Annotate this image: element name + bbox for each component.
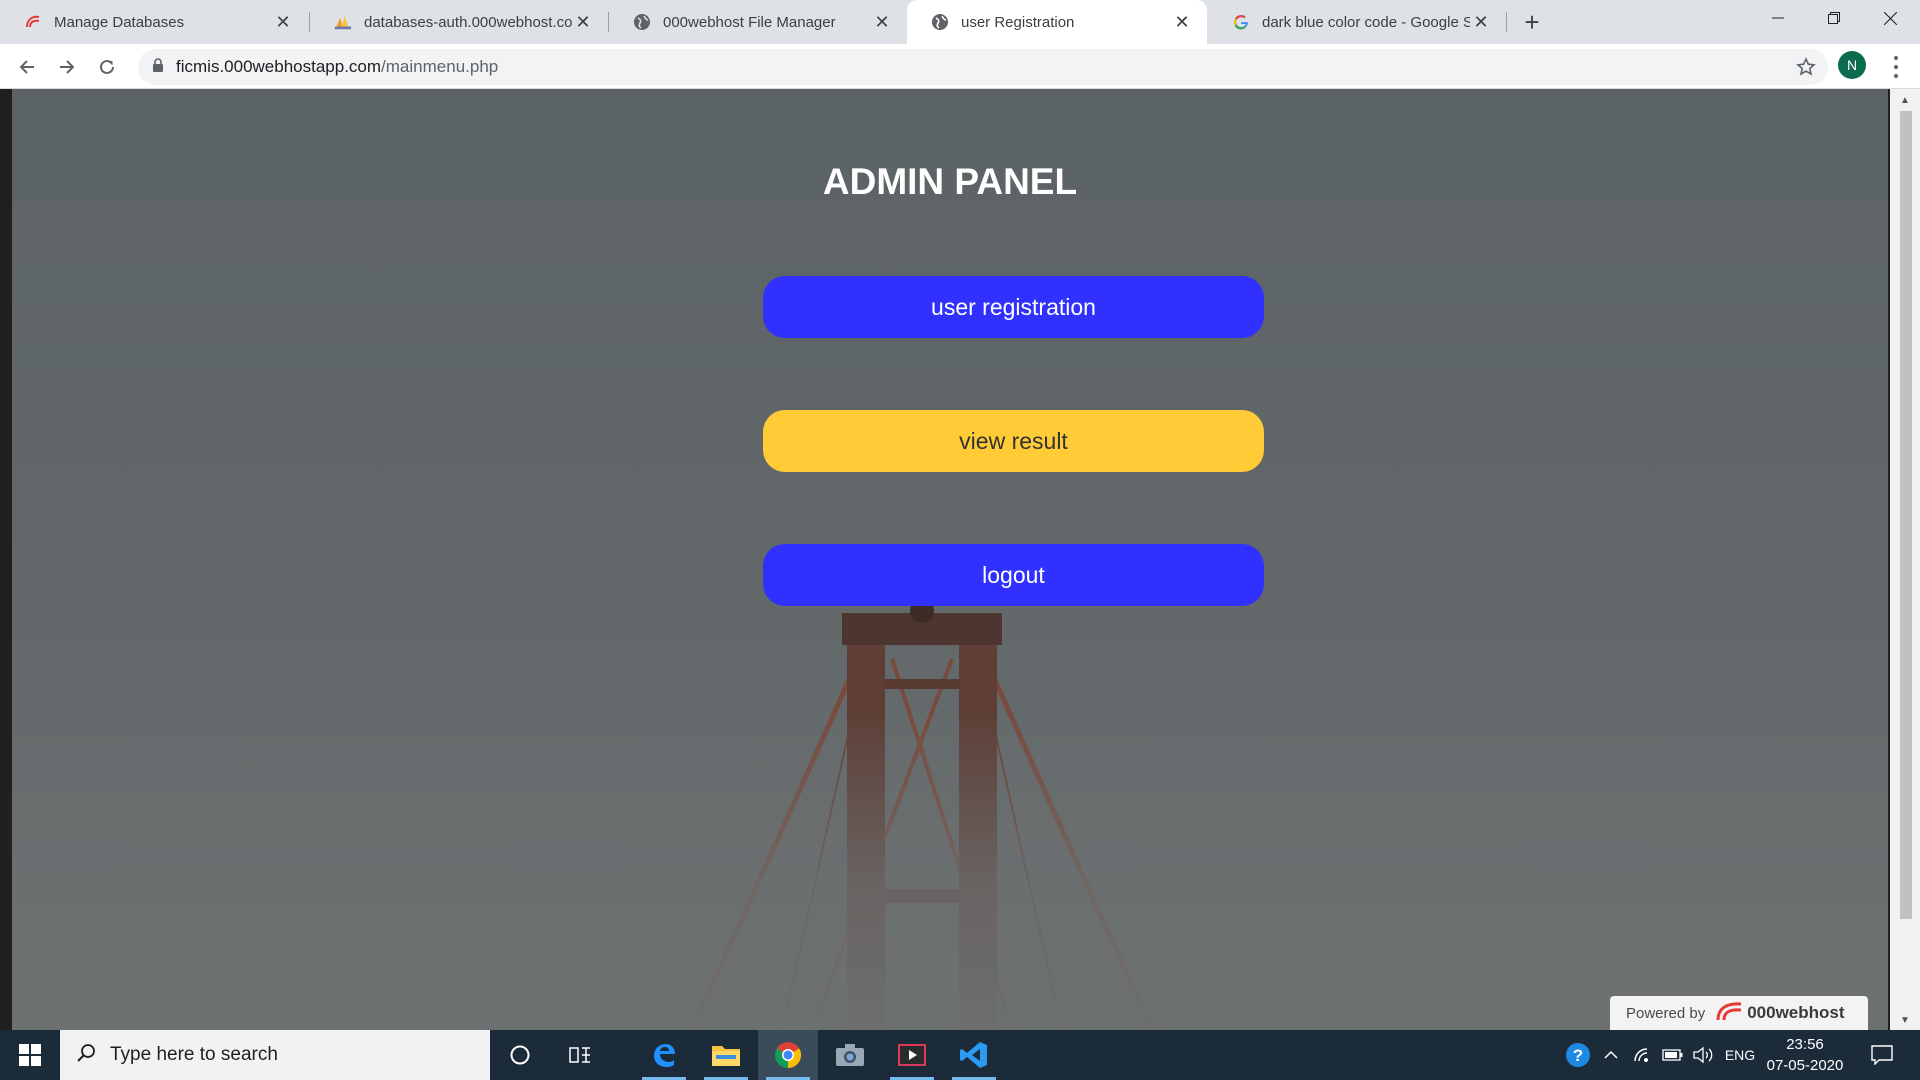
windows-taskbar: Type here to search ? ENG 23:56 07-05-20… (0, 1030, 1920, 1080)
tab-databases-auth[interactable]: databases-auth.000webhost.com ✕ (310, 0, 608, 44)
task-view-button[interactable] (550, 1030, 610, 1080)
bookmark-star-icon[interactable] (1796, 57, 1816, 82)
arrow-left-icon (19, 60, 34, 74)
browser-menu-icon[interactable] (1884, 54, 1908, 80)
new-tab-button[interactable]: + (1518, 7, 1546, 37)
forward-button[interactable] (50, 50, 84, 84)
cortana-circle-icon (510, 1045, 530, 1065)
taskbar-video-editor[interactable] (882, 1030, 942, 1080)
url-host: ficmis.000webhostapp.com (176, 57, 382, 76)
powered-by-label: Powered by (1626, 1004, 1706, 1022)
reload-button[interactable] (90, 50, 124, 84)
close-tab-icon[interactable]: ✕ (572, 11, 594, 33)
arrow-right-icon (60, 60, 75, 74)
taskbar-camera[interactable] (820, 1030, 880, 1080)
taskbar-edge[interactable] (634, 1030, 694, 1080)
page-viewport: ADMIN PANEL user registration view resul… (12, 89, 1888, 1030)
system-clock[interactable]: 23:56 07-05-2020 (1760, 1034, 1850, 1076)
globe-icon (633, 13, 651, 31)
restore-icon (1828, 12, 1840, 24)
tab-google-search[interactable]: dark blue color code - Google Se ✕ (1208, 0, 1506, 44)
search-placeholder: Type here to search (110, 1044, 278, 1065)
logout-button[interactable]: logout (763, 544, 1264, 606)
notification-center-icon[interactable] (1862, 1030, 1902, 1080)
volume-icon[interactable] (1688, 1030, 1718, 1080)
close-tab-icon[interactable]: ✕ (272, 11, 294, 33)
windows-logo-icon (19, 1044, 41, 1066)
tab-strip: Manage Databases ✕ databases-auth.000web… (0, 0, 1920, 44)
video-editor-icon (898, 1044, 926, 1066)
000webhost-logo-icon (24, 13, 42, 31)
camera-icon (836, 1044, 864, 1066)
powered-by-brand: 000webhost (1747, 1003, 1845, 1022)
taskbar-search-box[interactable]: Type here to search (60, 1030, 490, 1080)
url-path: /mainmenu.php (381, 57, 499, 76)
tab-title: 000webhost File Manager (663, 13, 836, 31)
chrome-icon (774, 1042, 802, 1069)
close-icon (1883, 11, 1897, 25)
wifi-icon[interactable] (1628, 1030, 1658, 1080)
lock-icon (152, 57, 164, 77)
taskbar-vscode[interactable] (944, 1030, 1004, 1080)
tab-title: dark blue color code - Google Se (1262, 13, 1470, 31)
folder-icon (712, 1046, 740, 1066)
view-result-button[interactable]: view result (763, 410, 1264, 472)
tab-divider (1506, 12, 1507, 32)
tab-title: Manage Databases (54, 13, 185, 31)
powered-by-badge[interactable]: Powered by 000webhost (1610, 996, 1868, 1030)
close-tab-icon[interactable]: ✕ (871, 11, 893, 33)
vscode-icon (960, 1042, 987, 1068)
tab-user-registration[interactable]: user Registration ✕ (907, 0, 1207, 44)
close-tab-icon[interactable]: ✕ (1171, 11, 1193, 33)
url-text: ficmis.000webhostapp.com/mainmenu.php (176, 57, 498, 77)
cortana-button[interactable] (490, 1030, 550, 1080)
taskbar-chrome[interactable] (758, 1030, 818, 1080)
chevron-up-icon[interactable] (1598, 1030, 1624, 1080)
tab-title: user Registration (961, 13, 1075, 31)
back-button[interactable] (10, 50, 44, 84)
reload-icon (100, 59, 114, 74)
tab-title: databases-auth.000webhost.com (364, 13, 572, 31)
close-window-button[interactable] (1862, 0, 1918, 36)
battery-icon[interactable] (1658, 1030, 1688, 1080)
task-view-icon (569, 1047, 590, 1063)
user-registration-button[interactable]: user registration (763, 276, 1264, 338)
clock-date: 07-05-2020 (1766, 1057, 1844, 1074)
edge-browser-icon (654, 1044, 675, 1067)
scrollbar-thumb[interactable] (1900, 111, 1912, 919)
address-bar[interactable]: ficmis.000webhostapp.com/mainmenu.php (138, 49, 1828, 85)
scroll-up-arrow-icon[interactable]: ▲ (1890, 95, 1920, 106)
tab-manage-databases[interactable]: Manage Databases ✕ (0, 0, 308, 44)
phpmyadmin-icon (334, 13, 352, 31)
fog-overlay (12, 709, 1888, 1030)
page-title: ADMIN PANEL (822, 161, 1078, 202)
start-button[interactable] (0, 1030, 60, 1080)
minimize-button[interactable] (1750, 0, 1806, 36)
profile-avatar[interactable]: N (1838, 51, 1866, 79)
google-icon (1232, 13, 1250, 31)
page-scrollbar[interactable]: ▲ ▼ (1890, 89, 1920, 1030)
minimize-icon (1772, 17, 1784, 19)
tab-file-manager[interactable]: 000webhost File Manager ✕ (609, 0, 907, 44)
clock-time: 23:56 (1786, 1036, 1824, 1053)
globe-icon (931, 13, 949, 31)
close-tab-icon[interactable]: ✕ (1470, 11, 1492, 33)
search-icon (76, 1043, 96, 1068)
scroll-down-arrow-icon[interactable]: ▼ (1890, 1015, 1920, 1026)
language-indicator[interactable]: ENG (1720, 1030, 1760, 1080)
restore-button[interactable] (1806, 0, 1862, 36)
000webhost-logo-icon (1715, 1000, 1743, 1026)
svg-text:?: ? (1573, 1046, 1583, 1065)
browser-toolbar: ficmis.000webhostapp.com/mainmenu.php N (0, 44, 1920, 89)
taskbar-file-explorer[interactable] (696, 1030, 756, 1080)
help-tray-icon[interactable]: ? (1560, 1030, 1596, 1080)
